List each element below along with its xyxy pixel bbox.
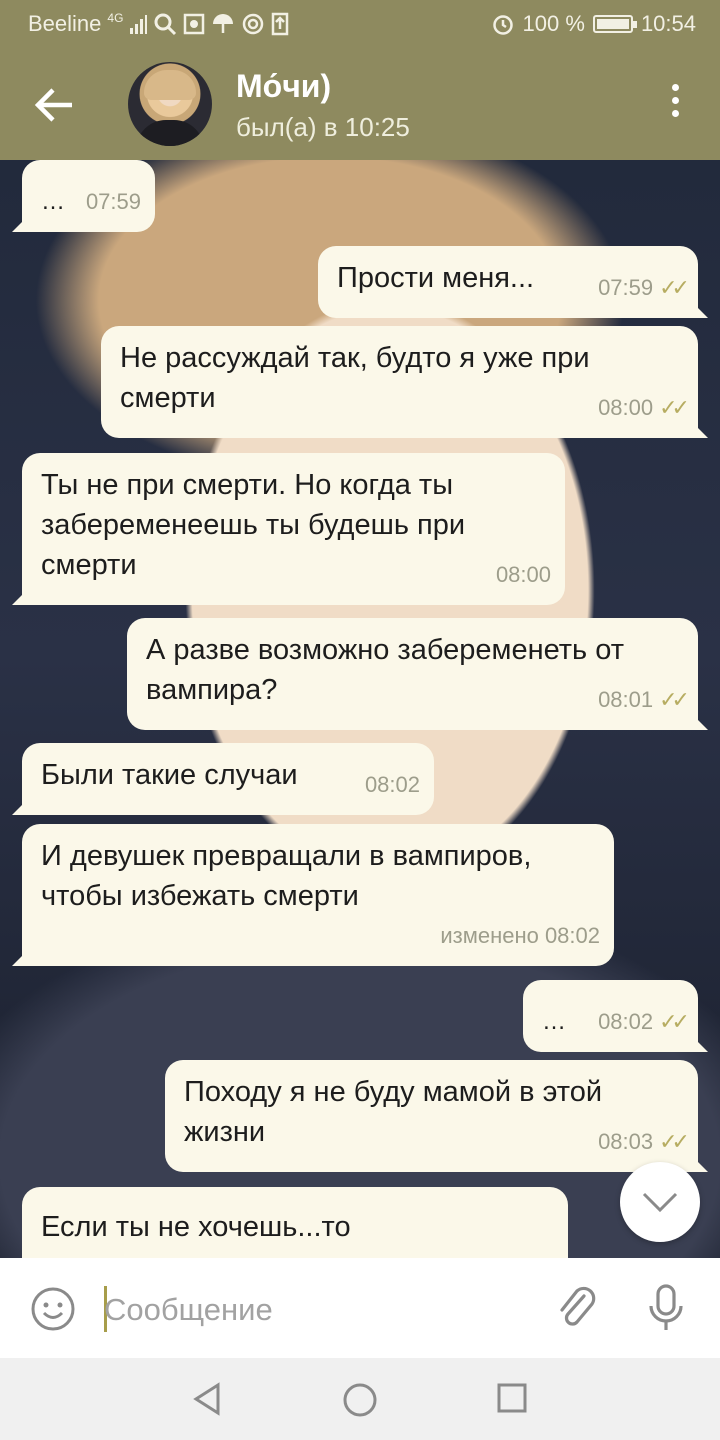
message-time: 08:00 (598, 395, 654, 420)
system-nav-bar (0, 1358, 720, 1440)
back-arrow-icon[interactable] (30, 80, 80, 130)
last-seen-status: был(а) в 10:25 (236, 112, 410, 142)
battery-percent: 100 % (522, 11, 585, 36)
scroll-down-button[interactable] (620, 1162, 700, 1242)
recents-nav-icon[interactable] (496, 1382, 528, 1414)
message-bubble[interactable]: … 07:59 (12, 160, 155, 232)
message-composer (0, 1258, 720, 1358)
read-checkmarks-icon: ✓✓ (659, 687, 690, 712)
carrier-label: Beeline (28, 11, 102, 36)
message-bubble[interactable]: Не рассуждай так, будто я уже при смерти… (101, 326, 708, 438)
message-bubble[interactable]: Если ты не хочешь...то (22, 1187, 568, 1258)
read-checkmarks-icon: ✓✓ (659, 275, 690, 300)
message-time: 08:02 (598, 1009, 654, 1034)
umbrella-icon (213, 14, 234, 33)
message-time: 07:59 (85, 189, 141, 214)
message-time: 08:02 (364, 772, 420, 797)
message-bubble[interactable]: … 08:02 ✓✓ (523, 980, 708, 1052)
emoji-icon[interactable] (30, 1286, 76, 1332)
message-time: 07:59 (598, 275, 654, 300)
message-bubble[interactable]: Ты не при смерти. Но когда ты заберемене… (12, 453, 565, 605)
back-nav-icon[interactable] (190, 1382, 224, 1416)
message-bubble[interactable]: Были такие случаи 08:02 (12, 743, 434, 815)
message-text: И девушек превращали в вампиров, чтобы и… (41, 840, 532, 912)
status-bar: Beeline 4G 100 % 10:54 (0, 0, 720, 48)
message-text: Были такие случаи (41, 759, 298, 791)
message-bubble[interactable]: Прости меня... 07:59 ✓✓ (318, 246, 708, 318)
chevron-down-icon (642, 1192, 678, 1213)
gallery-icon (184, 13, 205, 35)
upload-icon (272, 12, 289, 36)
battery-icon (592, 15, 637, 33)
message-text: … (542, 1008, 566, 1035)
message-time: 08:00 (495, 562, 551, 587)
read-checkmarks-icon: ✓✓ (659, 395, 690, 420)
signal-icon: 4G (107, 11, 124, 25)
paperclip-icon[interactable] (554, 1284, 600, 1332)
read-checkmarks-icon: ✓✓ (659, 1129, 690, 1154)
message-time: 08:01 (598, 687, 654, 712)
home-nav-icon[interactable] (342, 1382, 378, 1418)
signal-icon (130, 15, 148, 34)
message-text: Если ты не хочешь...то (41, 1211, 351, 1243)
clock: 10:54 (640, 11, 696, 36)
message-bubble[interactable]: А разве возможно забеременеть от вампира… (127, 618, 708, 730)
message-time: изменено 08:02 (440, 923, 600, 948)
message-input[interactable] (104, 1288, 524, 1332)
chat-title[interactable]: Мо́чи) (236, 68, 331, 105)
message-text: Ты не при смерти. Но когда ты заберемене… (41, 469, 466, 581)
message-time: 08:03 (598, 1129, 654, 1154)
message-list[interactable]: … 07:59 Прости меня... 07:59 ✓✓ Не рассуж… (0, 160, 720, 1258)
chat-header: Мо́чи) был(а) в 10:25 (0, 48, 720, 160)
avatar[interactable] (128, 62, 212, 146)
alarm-icon (492, 15, 513, 35)
more-menu-icon[interactable] (668, 84, 682, 124)
message-text: … (41, 188, 65, 215)
read-checkmarks-icon: ✓✓ (659, 1009, 690, 1034)
message-bubble[interactable]: Походу я не буду мамой в этой жизни 08:0… (165, 1060, 708, 1172)
at-icon (243, 13, 264, 35)
microphone-icon[interactable] (646, 1282, 686, 1334)
search-icon (154, 13, 177, 36)
message-text: Не рассуждай так, будто я уже при смерти (120, 342, 590, 414)
message-bubble[interactable]: И девушек превращали в вампиров, чтобы и… (12, 824, 614, 966)
message-text: Прости меня... (337, 262, 535, 294)
